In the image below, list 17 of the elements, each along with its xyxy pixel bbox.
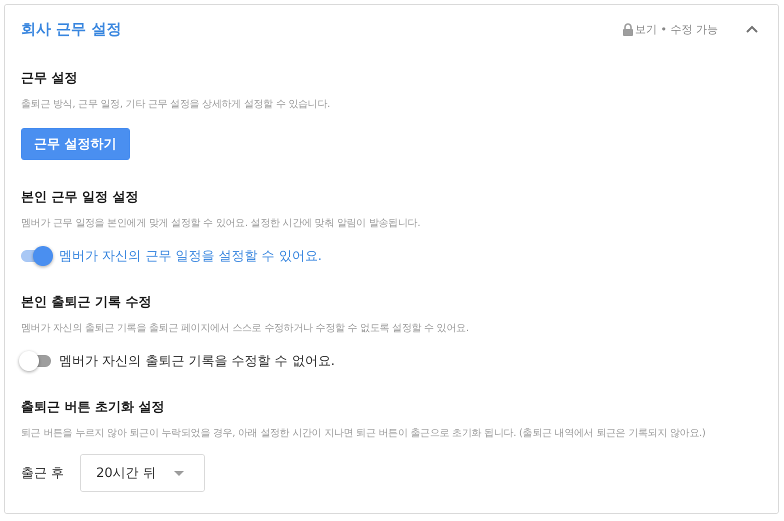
section-description: 멤버가 자신의 출퇴근 기록을 출퇴근 페이지에서 스스로 수정하거나 수정할 수 없도록 설정할 수 있어요. <box>21 322 470 335</box>
section-title: 본인 출퇴근 기록 수정 <box>21 294 153 311</box>
lock-icon <box>623 22 634 36</box>
section-description: 멤버가 근무 일정을 본인에게 맞게 설정할 수 있어요. 설정한 시간에 맞춰 알림이 발송됩니다. <box>21 217 422 230</box>
section-description: 퇴근 버튼을 누르지 않아 퇴근이 누락되었을 경우, 아래 설정한 시간이 지나면 퇴근 버튼이 출근으로 초기화 됩니다. (출퇴근 내역에서 퇴근은 기록되지 않아요.) <box>21 427 707 440</box>
section-title: 출퇴근 버튼 초기화 설정 <box>21 399 166 416</box>
caret-icon <box>174 470 184 476</box>
section-title: 본인 근무 일정 설정 <box>21 189 140 206</box>
collapse-button[interactable] <box>746 25 758 33</box>
hours-dropdown[interactable]: 20시간 뒤 <box>80 454 205 492</box>
panel-title: 회사 근무 설정 <box>21 20 122 38</box>
section-title: 근무 설정 <box>21 70 79 87</box>
toggle-label: 멤버가 자신의 출퇴근 기록을 수정할 수 없어요. <box>59 353 335 370</box>
permission-label: 보기 • 수정 가능 <box>635 22 718 36</box>
select-label: 출근 후 <box>21 465 64 482</box>
toggle-label: 멤버가 자신의 근무 일정을 설정할 수 있어요. <box>59 248 322 265</box>
section-description: 출퇴근 방식, 근무 일정, 기타 근무 설정을 상세하게 설정할 수 있습니다. <box>21 98 332 111</box>
